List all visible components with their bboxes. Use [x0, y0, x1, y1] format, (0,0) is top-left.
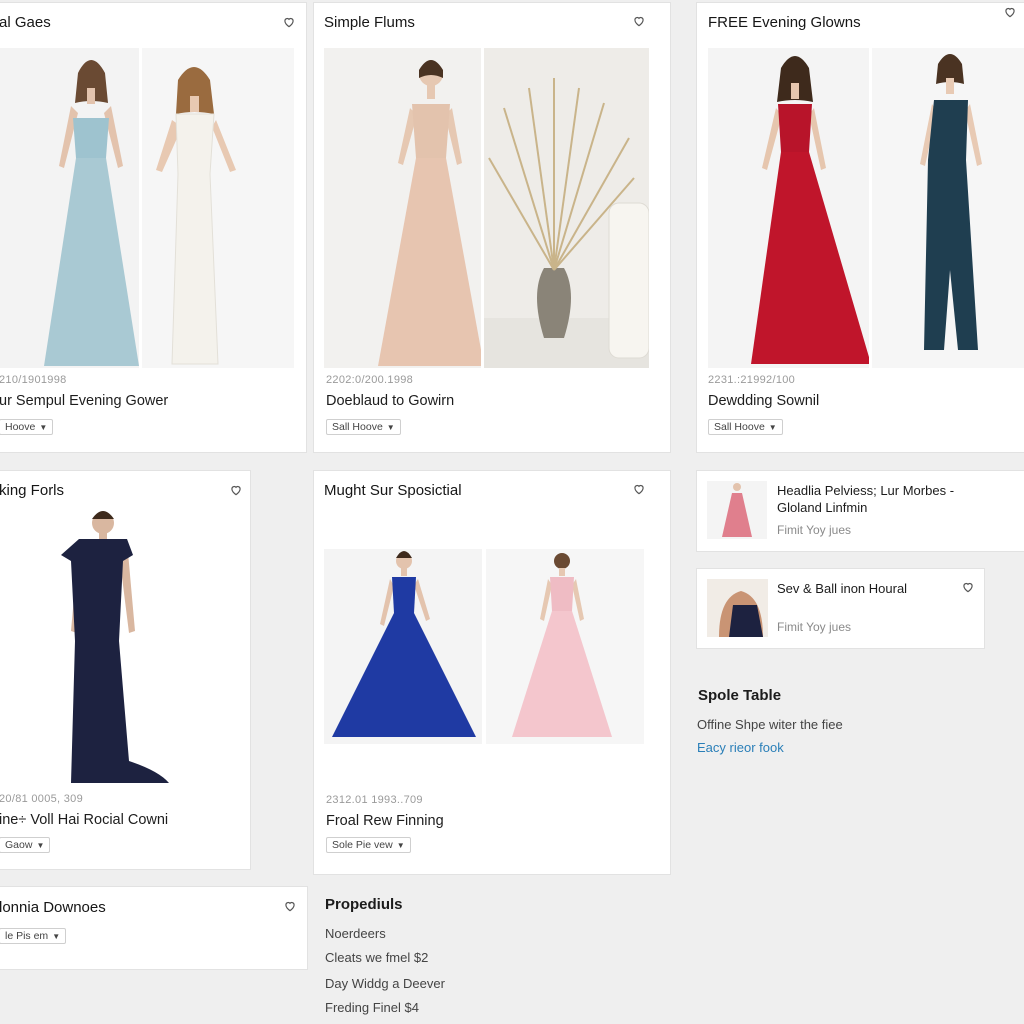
product-meta: 20/81 0005, 309 — [0, 793, 84, 805]
mini-card-title[interactable]: Sev & Ball inon Houral — [777, 580, 927, 597]
properties-item[interactable]: Noerdeers — [325, 926, 386, 941]
product-photo-navy-lace-gown[interactable] — [39, 509, 199, 789]
dropdown-label: Sall Hoove — [714, 421, 765, 433]
section-line: Offine Shpe witer the fiee — [697, 717, 843, 732]
product-name[interactable]: Dewdding Sownil — [708, 393, 819, 409]
product-photo-blush-gown[interactable] — [324, 48, 481, 368]
product-photo-teal-sequin-gown[interactable] — [872, 48, 1024, 368]
product-photo-decor — [484, 48, 649, 368]
mini-card-subtitle: Fimit Yoy jues — [777, 620, 852, 634]
mini-card-1[interactable]: Headlia Pelviess; Lur Morbes - Gloland L… — [696, 470, 1024, 552]
caret-down-icon: ▼ — [52, 932, 61, 941]
dropdown-label: le Pis em — [5, 930, 49, 942]
card-title: Simple Flums — [324, 14, 415, 31]
card-title: Mught Sur Sposictial — [324, 482, 462, 499]
product-card-3[interactable]: FREE Evening Glowns 2231.:21992/100 Dewd… — [696, 2, 1024, 453]
card-title: FREE Evening Glowns — [708, 14, 861, 31]
product-photo-pink-ballgown[interactable] — [486, 549, 644, 744]
product-name[interactable]: ur Sempul Evening Gower — [0, 393, 168, 409]
product-name[interactable]: Froal Rew Finning — [326, 813, 444, 829]
properties-item[interactable]: Cleats we fmel $2 — [325, 950, 428, 965]
product-photo-crimson-gown[interactable] — [708, 48, 869, 368]
properties-title: Propediuls — [325, 896, 403, 913]
product-meta: 210/1901998 — [0, 374, 67, 386]
caret-down-icon: ▼ — [36, 841, 45, 850]
heart-outline-icon[interactable] — [283, 899, 297, 913]
caret-down-icon: ▼ — [396, 841, 405, 850]
heart-outline-icon[interactable] — [632, 14, 646, 28]
product-card-5[interactable]: Mught Sur Sposictial 2312.01 1993..709 F… — [313, 470, 671, 875]
product-meta: 2312.01 1993..709 — [326, 794, 423, 806]
mini-card-2[interactable]: Sev & Ball inon Houral Fimit Yoy jues — [696, 568, 985, 649]
sort-dropdown[interactable]: Gaow ▼ — [0, 837, 51, 853]
mini-thumb-backless-gown[interactable] — [707, 579, 768, 637]
card-title: king Forls — [0, 482, 65, 499]
dropdown-label: Hoove — [5, 421, 36, 433]
product-photo-ivory-gown[interactable] — [142, 48, 294, 368]
section-link[interactable]: Eacy rieor fook — [697, 740, 784, 755]
product-photo-royal-ballgown[interactable] — [324, 549, 482, 744]
sort-dropdown[interactable]: le Pis em ▼ — [0, 928, 67, 944]
dropdown-label: Gaow — [5, 839, 33, 851]
properties-item[interactable]: Freding Finel $4 — [325, 1000, 419, 1015]
caret-down-icon: ▼ — [386, 423, 395, 432]
caret-down-icon: ▼ — [39, 423, 48, 432]
product-card-2[interactable]: Simple Flums 2202:0/200.1998 Doeblaud to… — [313, 2, 671, 453]
product-card-6[interactable]: lonnia Downoes le Pis em ▼ — [0, 886, 308, 970]
card-title: al Gaes — [0, 14, 51, 31]
sort-dropdown[interactable]: Sall Hoove ▼ — [326, 419, 401, 435]
product-meta: 2202:0/200.1998 — [326, 374, 414, 386]
product-name[interactable]: ine÷ Voll Hai Rocial Cowni — [0, 812, 168, 828]
sort-dropdown[interactable]: Sall Hoove ▼ — [708, 419, 783, 435]
mini-thumb-pink-gown[interactable] — [707, 481, 767, 539]
sort-dropdown[interactable]: Hoove ▼ — [0, 419, 54, 435]
product-meta: 2231.:21992/100 — [708, 374, 796, 386]
heart-outline-icon[interactable] — [961, 580, 975, 594]
dropdown-label: Sole Pie vew — [332, 839, 393, 851]
section-title: Spole Table — [698, 687, 782, 704]
mini-card-title[interactable]: Headlia Pelviess; Lur Morbes - Gloland L… — [777, 482, 997, 516]
card-title: lonnia Downoes — [0, 899, 106, 916]
dropdown-label: Sall Hoove — [332, 421, 383, 433]
caret-down-icon: ▼ — [768, 423, 777, 432]
product-photo-ice-blue-gown[interactable] — [0, 48, 139, 368]
product-card-4[interactable]: king Forls 20/81 0005, 309 ine÷ Voll Hai… — [0, 470, 251, 870]
heart-outline-icon[interactable] — [229, 483, 243, 497]
product-card-1[interactable]: al Gaes 210/1901998 ur Sempul Evening Go… — [0, 2, 307, 453]
properties-item[interactable]: Day Widdg a Deever — [325, 976, 445, 991]
product-name[interactable]: Doeblaud to Gowirn — [326, 393, 454, 409]
heart-outline-icon[interactable] — [1003, 5, 1017, 19]
heart-outline-icon[interactable] — [632, 482, 646, 496]
heart-outline-icon[interactable] — [282, 15, 296, 29]
mini-card-subtitle: Fimit Yoy jues — [777, 523, 852, 537]
sort-dropdown[interactable]: Sole Pie vew ▼ — [326, 837, 411, 853]
